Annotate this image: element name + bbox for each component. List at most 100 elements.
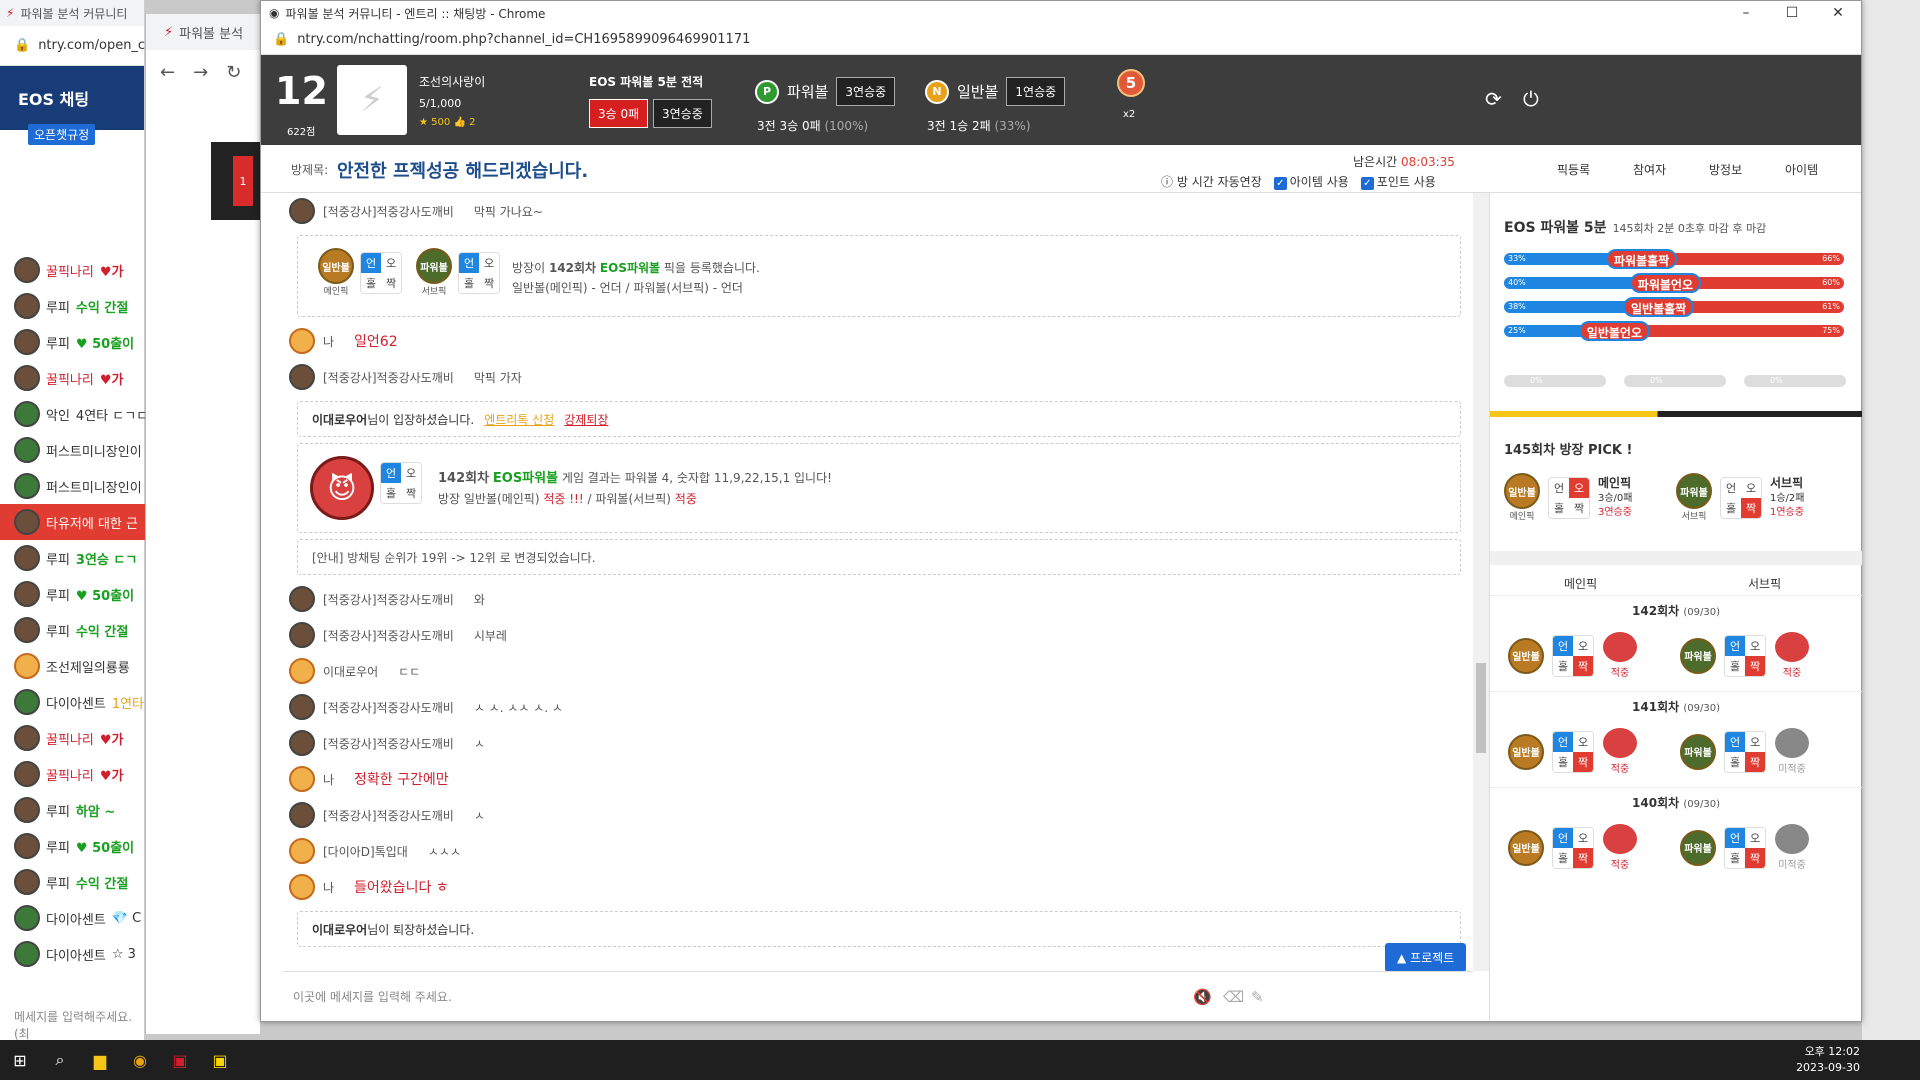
avatar[interactable] <box>289 802 315 828</box>
mini-bar: 0% <box>1624 375 1726 387</box>
avatar[interactable] <box>14 869 40 895</box>
avatar[interactable] <box>14 257 40 283</box>
app-icon[interactable]: ▣ <box>160 1040 200 1080</box>
avatar[interactable] <box>14 401 40 427</box>
bg-chat-name: 루피 <box>46 300 70 316</box>
avatar[interactable] <box>14 473 40 499</box>
bg-chat-name: 루피 <box>46 804 70 820</box>
system-clock[interactable]: 오후 12:02 2023-09-30 <box>1796 1044 1860 1076</box>
chat-text: ㅅ ㅅ. ㅅㅅ ㅅ. ㅅ <box>473 700 563 715</box>
avatar[interactable] <box>14 833 40 859</box>
profile-avatar[interactable]: ⚡ <box>337 65 407 135</box>
avatar[interactable] <box>14 293 40 319</box>
tab-room-info[interactable]: 방정보 <box>1709 161 1742 178</box>
round-entry: 141회차 (09/30) 일반볼 언 오 홀 짝 적중 파워볼 언 오 홀 짝 미적중 <box>1490 691 1862 787</box>
avatar[interactable] <box>289 586 315 612</box>
bg-chat-text: 4연타 ㄷㄱㄷ <box>75 408 145 424</box>
bg-chat-row: 다이아센트 ☆ 3 <box>0 936 145 972</box>
devil-face-icon <box>1775 824 1809 854</box>
avatar[interactable] <box>289 766 315 792</box>
folder-icon[interactable]: ▆ <box>80 1040 120 1080</box>
avatar[interactable] <box>14 329 40 355</box>
magic-icon[interactable]: ✎ <box>1251 988 1264 1006</box>
avatar[interactable] <box>289 874 315 900</box>
tab-items[interactable]: 아이템 <box>1785 161 1818 178</box>
address-bar[interactable]: 🔒 ntry.com/nchatting/room.php?channel_id… <box>261 25 1861 55</box>
round-grid: 언오홀짝 <box>1552 730 1594 773</box>
avatar[interactable] <box>289 622 315 648</box>
chat-scrollbar[interactable] <box>1473 193 1489 971</box>
avatar[interactable] <box>14 689 40 715</box>
chrome-icon: ◉ <box>269 6 280 20</box>
chat-user-name: [적중강사]적중강사도깨비 <box>323 700 454 715</box>
chat-message-list: [적중강사]적중강사도깨비 와 [적중강사]적중강사도깨비 시부레 이대로우어 ㄷㄷ [적중… <box>283 581 1473 905</box>
forward-icon[interactable]: → <box>193 62 208 83</box>
avatar[interactable] <box>289 328 315 354</box>
general-streak: 1연승중 <box>1006 77 1066 106</box>
avatar[interactable] <box>14 365 40 391</box>
ratio-left-pct: 33% <box>1508 254 1526 263</box>
auto-extend-option[interactable]: ⓘ 방 시간 자동연장 <box>1161 173 1262 190</box>
rules-button[interactable]: 오픈챗규정 <box>28 124 96 145</box>
entry-talk-link[interactable]: 엔트리톡 신청 <box>484 411 554 428</box>
right-panel: EOS 파워볼 5분 145회차 2분 0초후 마감 후 마감 33% 66% 파워볼… <box>1489 193 1862 1021</box>
reload-icon[interactable]: ↻ <box>226 62 241 83</box>
avatar[interactable] <box>14 653 40 679</box>
avatar[interactable] <box>14 581 40 607</box>
bg-chat-row: 루피 ♥ 50출이 <box>0 828 145 864</box>
bg-chat-row: 다이아센트 💎 C <box>0 900 145 936</box>
chat-message-mine: 나 정확한 구간에만 <box>283 761 1473 797</box>
power-icon[interactable]: ⏻ <box>1523 87 1539 111</box>
avatar[interactable] <box>289 658 315 684</box>
bg-chat-row: 다이아센트 1연타 <box>0 684 145 720</box>
protect-button[interactable]: ▲ 프로젝트 <box>1385 943 1467 972</box>
kick-link[interactable]: 강제퇴장 <box>564 411 608 428</box>
avatar[interactable] <box>289 364 315 390</box>
kakaotalk-icon[interactable]: ▣ <box>200 1040 240 1080</box>
avatar[interactable] <box>14 617 40 643</box>
eraser-icon[interactable]: ⌫ <box>1223 988 1244 1006</box>
maximize-icon[interactable]: ☐ <box>1769 1 1815 25</box>
chat-text: ㅅ <box>473 736 485 751</box>
avatar[interactable] <box>14 761 40 787</box>
bg-url[interactable]: 🔒 ntry.com/open_c <box>0 26 145 66</box>
scroll-thumb[interactable] <box>1476 663 1486 753</box>
round-title: 142회차 (09/30) <box>1632 604 1720 618</box>
avatar[interactable] <box>14 797 40 823</box>
title-bar: ◉ 파워볼 분석 커뮤니티 - 엔트리 :: 채팅방 - Chrome – ☐ … <box>261 1 1861 25</box>
avatar[interactable] <box>289 694 315 720</box>
power-ball-icon: 파워볼 <box>1680 637 1716 674</box>
avatar[interactable] <box>14 941 40 967</box>
bg-chat-input[interactable]: 메세지를 입력해주세요.(최 <box>14 1008 144 1042</box>
bg-chat-row: 루피 ♥ 50출이 <box>0 324 145 360</box>
bg2-tab[interactable]: ⚡ 파워볼 분석 <box>146 14 260 50</box>
ratio-right-pct: 66% <box>1822 254 1840 263</box>
avatar[interactable] <box>14 905 40 931</box>
avatar[interactable] <box>289 730 315 756</box>
chrome-icon[interactable]: ◉ <box>120 1040 160 1080</box>
window-title: 파워볼 분석 커뮤니티 - 엔트리 :: 채팅방 - Chrome <box>285 6 546 21</box>
back-icon[interactable]: ← <box>160 62 175 83</box>
avatar[interactable] <box>14 437 40 463</box>
refresh-icon[interactable]: ⟳ <box>1485 87 1502 111</box>
tab-pick-register[interactable]: 픽등록 <box>1557 161 1590 178</box>
avatar[interactable] <box>14 725 40 751</box>
bg-tab[interactable]: ⚡ 파워볼 분석 커뮤니티 <box>0 0 144 26</box>
chat-input[interactable]: 이곳에 메세지를 입력해 주세요. 🔇 ⌫ ✎ <box>283 971 1473 1021</box>
close-icon[interactable]: ✕ <box>1815 1 1861 25</box>
enter-notice: 이대로우어 님이 입장하셨습니다. 엔트리톡 신청 강제퇴장 <box>297 401 1461 437</box>
record-win-badge: 3승 0패 <box>589 99 649 128</box>
ratio-label: 파워볼언오 <box>1629 273 1701 293</box>
bg2-nav: ← → ↻ <box>146 50 260 94</box>
mute-icon[interactable]: 🔇 <box>1193 988 1212 1006</box>
avatar[interactable] <box>289 838 315 864</box>
windows-start-icon[interactable]: ⊞ <box>0 1040 40 1080</box>
tab-participants[interactable]: 참여자 <box>1633 161 1666 178</box>
avatar[interactable] <box>14 509 40 535</box>
pick-notice-text: 방장이 142회차 EOS파워볼 픽을 등록했습니다. 일반볼(메인픽) - 언… <box>512 261 760 295</box>
minimize-icon[interactable]: – <box>1723 1 1769 25</box>
avatar[interactable] <box>289 198 315 224</box>
chat-message: 이대로우어 ㄷㄷ <box>283 653 1473 689</box>
avatar[interactable] <box>14 545 40 571</box>
search-icon[interactable]: ⌕ <box>40 1040 80 1080</box>
